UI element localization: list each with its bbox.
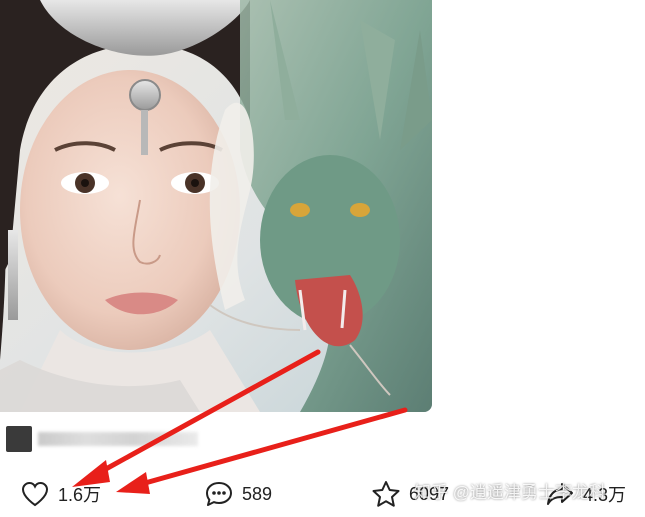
comment-button[interactable]: 589: [204, 474, 272, 514]
favorite-button[interactable]: 6097: [371, 474, 449, 514]
avatar[interactable]: [6, 426, 32, 452]
share-button[interactable]: 4.3万: [545, 474, 626, 514]
comment-icon: [204, 479, 234, 509]
author-row[interactable]: [0, 422, 200, 456]
star-icon: [371, 479, 401, 509]
comment-count: 589: [242, 483, 273, 504]
favorite-count: 6097: [409, 483, 450, 504]
like-button[interactable]: 1.6万: [20, 474, 101, 514]
share-icon: [545, 479, 575, 509]
post-image[interactable]: [0, 0, 432, 412]
post-image-illustration: [0, 0, 432, 412]
like-count: 1.6万: [58, 485, 102, 505]
heart-icon: [20, 479, 50, 509]
action-bar: 1.6万 589 6097 4.3万: [0, 474, 645, 514]
share-count: 4.3万: [583, 485, 627, 505]
author-name-redacted: [38, 432, 198, 446]
